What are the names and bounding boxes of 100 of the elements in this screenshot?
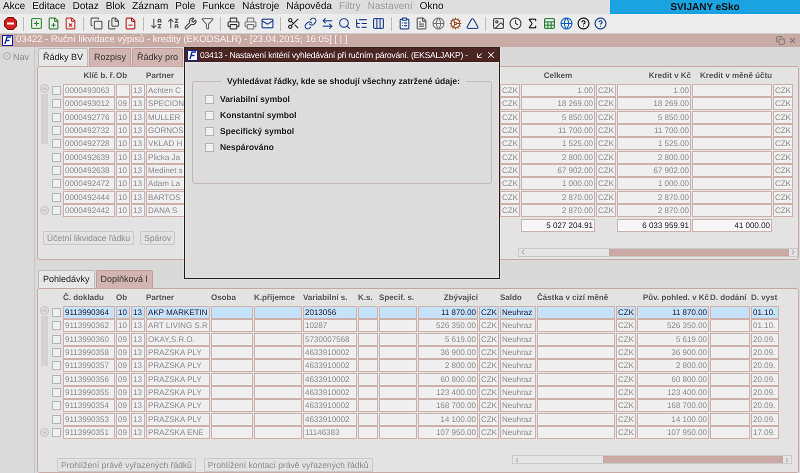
restore-icon[interactable] [776,36,785,45]
table-cell: 20.09. [751,359,779,372]
option-label[interactable]: Nespárováno [220,141,274,154]
scroll-up-icon[interactable] [40,84,48,93]
checkbox[interactable] [52,414,60,424]
search-icon[interactable] [338,17,351,30]
checkbox[interactable] [52,308,60,318]
scroll-left-icon[interactable] [513,456,521,464]
help-icon[interactable] [577,17,590,30]
menu-item[interactable]: Nástroje [242,1,280,13]
scroll-up-icon[interactable] [40,306,48,316]
stop-icon[interactable] [4,17,17,30]
option-label[interactable]: Konstantní symbol [220,109,297,122]
columns-icon[interactable] [372,17,385,30]
tab[interactable]: Doplňková l [96,270,153,288]
file-x-icon[interactable] [64,17,77,30]
tab[interactable]: Řádky BV [38,48,88,66]
scroll-right-icon[interactable] [783,456,791,464]
scrollbar-thumb[interactable] [603,456,783,463]
checkbox[interactable] [52,179,60,188]
file-minus-icon[interactable] [124,17,137,30]
scrollbar[interactable] [518,248,798,257]
scroll-down-icon[interactable] [40,206,48,215]
menu-item[interactable]: Nápověda [286,1,332,13]
tab[interactable]: Pohledávky [38,270,95,288]
checkbox[interactable] [52,374,60,384]
file-plus-icon[interactable] [47,17,60,30]
tab[interactable]: Řádky pro [132,48,184,66]
close-icon[interactable] [486,50,496,60]
table-cell: 67 902.00 [617,164,691,177]
checkbox[interactable] [52,206,60,215]
checkbox[interactable] [52,112,60,122]
menu-item[interactable]: Pole [175,1,196,13]
envelope-icon[interactable] [261,17,274,30]
table-cell: 5 619.00 [418,332,478,346]
sigma-icon[interactable] [526,17,539,30]
checkbox[interactable] [52,126,60,136]
clipboard-icon[interactable] [398,17,411,30]
menu-item[interactable]: Dotaz [72,1,99,13]
scroll-right-icon[interactable] [789,248,797,256]
checkbox[interactable] [52,428,60,437]
triangle-icon[interactable] [466,17,479,30]
filter-icon[interactable] [201,17,214,30]
minimize-icon[interactable] [475,50,484,60]
nav-icon[interactable] [3,52,11,60]
globe-icon[interactable] [432,17,445,30]
checkbox[interactable] [205,143,214,152]
list-icon[interactable] [355,17,368,30]
clock-icon[interactable] [509,17,522,30]
checkbox[interactable] [52,86,60,96]
table-cell [116,84,130,98]
menu-item[interactable]: Blok [106,1,126,13]
plus-icon[interactable] [30,17,43,30]
table-cell: CZK [616,319,636,332]
table-cell: 60 800.00 [637,372,709,386]
checkbox[interactable] [52,139,60,148]
menu-item[interactable]: Záznam [132,1,168,13]
menu-item[interactable]: Akce [3,1,26,13]
scrollbar[interactable] [512,455,792,464]
checkbox[interactable] [52,334,60,344]
checkbox[interactable] [52,348,60,358]
table-cell: CZK [500,124,520,138]
menu-item[interactable]: Editace [32,1,66,13]
printer-icon[interactable] [227,17,240,30]
option-label[interactable]: Specifický symbol [220,125,294,138]
checkbox[interactable] [205,111,214,120]
sort-descending-icon[interactable] [167,17,180,30]
scissors-icon[interactable] [287,17,300,30]
checkbox[interactable] [52,152,60,162]
tab[interactable]: Rozpisy [89,48,132,66]
checkbox[interactable] [52,401,60,410]
wrench-icon[interactable] [184,17,197,30]
scrollbar-thumb[interactable] [609,248,789,256]
menu-item[interactable]: Okno [420,1,444,13]
link-icon[interactable] [304,17,317,30]
menu-item[interactable]: Funkce [202,1,236,13]
checkbox[interactable] [52,321,60,330]
image-icon[interactable] [492,17,505,30]
checkbox[interactable] [52,388,60,397]
arrows-icon[interactable] [321,17,334,30]
files-icon[interactable] [107,17,120,30]
checkbox[interactable] [52,192,60,202]
table-cell: 10 [116,319,130,332]
checkbox[interactable] [205,95,214,104]
scroll-down-icon[interactable] [40,428,48,437]
checkbox[interactable] [52,361,60,370]
checkbox[interactable] [52,166,60,175]
table-cell: CZK [773,124,793,138]
checkbox[interactable] [205,127,214,136]
spreadsheet-icon[interactable] [543,17,556,30]
gear-icon[interactable] [449,17,462,30]
scroll-left-icon[interactable] [519,248,527,256]
sort-ascending-icon[interactable] [150,17,163,30]
copy-icon[interactable] [90,17,103,30]
table-cell: CZK [500,190,520,204]
document-icon[interactable] [415,17,428,30]
option-label[interactable]: Variabilní symbol [220,93,290,106]
checkbox[interactable] [52,99,60,108]
globe-icon[interactable] [560,17,573,30]
help-icon[interactable] [594,17,607,30]
